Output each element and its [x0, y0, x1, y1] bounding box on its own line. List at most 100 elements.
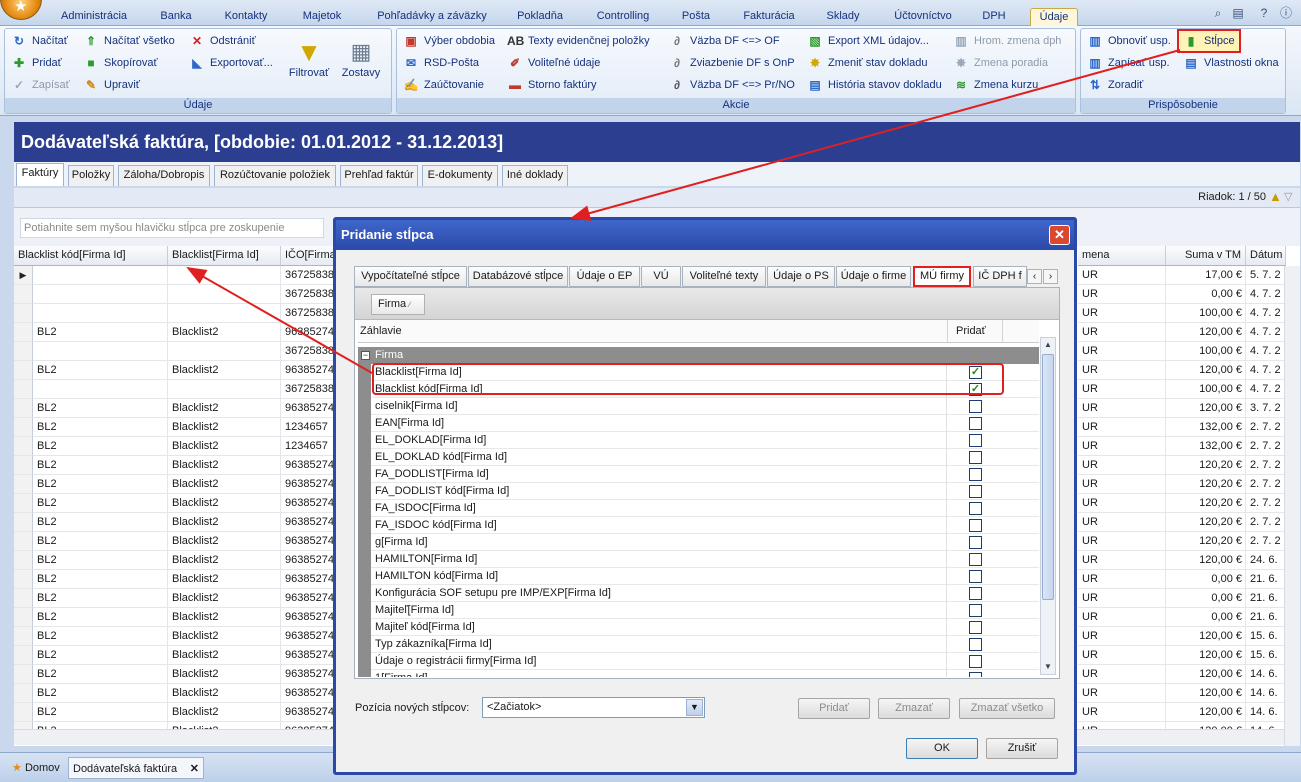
- row-selector[interactable]: [14, 532, 33, 551]
- cell-mena[interactable]: UR: [1078, 684, 1166, 703]
- cell-blacklist-kod[interactable]: BL2: [33, 361, 168, 380]
- add-checkbox[interactable]: ✓: [969, 366, 982, 379]
- cell-ico[interactable]: 36725838: [281, 285, 335, 304]
- cell-mena[interactable]: UR: [1078, 285, 1166, 304]
- cell-suma[interactable]: 120,20 €: [1166, 456, 1246, 475]
- row-selector[interactable]: [14, 513, 33, 532]
- cell-mena[interactable]: UR: [1078, 608, 1166, 627]
- cell-mena[interactable]: UR: [1078, 703, 1166, 722]
- cell-ico[interactable]: 96385274: [281, 494, 335, 513]
- cell-datum[interactable]: 21. 6.: [1246, 589, 1286, 608]
- field-item[interactable]: EL_DOKLAD[Firma Id]: [358, 432, 1039, 449]
- cell-blacklist[interactable]: [168, 304, 281, 323]
- cell-suma[interactable]: 0,00 €: [1166, 570, 1246, 589]
- cell-suma[interactable]: 120,20 €: [1166, 494, 1246, 513]
- cell-blacklist[interactable]: Blacklist2: [168, 570, 281, 589]
- menu-tab-controlling[interactable]: Controlling: [590, 8, 656, 26]
- cell-blacklist-kod[interactable]: BL2: [33, 323, 168, 342]
- tab-zaloha[interactable]: Záloha/Dobropis: [118, 165, 210, 186]
- cell-datum[interactable]: 5. 7. 2: [1246, 266, 1286, 285]
- field-item[interactable]: HAMILTON kód[Firma Id]: [358, 568, 1039, 585]
- cell-blacklist-kod[interactable]: BL2: [33, 589, 168, 608]
- cell-datum[interactable]: 2. 7. 2: [1246, 532, 1286, 551]
- menu-tab-kontakty[interactable]: Kontakty: [216, 8, 276, 26]
- cell-suma[interactable]: 120,20 €: [1166, 513, 1246, 532]
- cell-mena[interactable]: UR: [1078, 551, 1166, 570]
- cell-mena[interactable]: UR: [1078, 437, 1166, 456]
- menu-tab-majetok[interactable]: Majetok: [292, 8, 352, 26]
- cell-suma[interactable]: 0,00 €: [1166, 589, 1246, 608]
- cell-mena[interactable]: UR: [1078, 399, 1166, 418]
- column-header-datum[interactable]: Dátum: [1246, 246, 1286, 266]
- column-header-mena[interactable]: mena: [1078, 246, 1166, 266]
- cell-blacklist-kod[interactable]: BL2: [33, 437, 168, 456]
- filter-icon[interactable]: ▽: [1284, 190, 1298, 204]
- row-selector[interactable]: [14, 570, 33, 589]
- cell-ico[interactable]: 96385274: [281, 684, 335, 703]
- cell-blacklist[interactable]: Blacklist2: [168, 399, 281, 418]
- cell-datum[interactable]: 4. 7. 2: [1246, 323, 1286, 342]
- row-selector[interactable]: [14, 684, 33, 703]
- tab-databazove[interactable]: Databázové stĺpce: [468, 266, 568, 287]
- export-xml-button[interactable]: ▧ Export XML údajov...: [807, 31, 929, 51]
- save-button[interactable]: ✓ Zapísať: [11, 75, 70, 95]
- cell-datum[interactable]: 2. 7. 2: [1246, 513, 1286, 532]
- add-checkbox[interactable]: [969, 587, 982, 600]
- tab-polozky[interactable]: Položky: [68, 165, 114, 186]
- row-selector[interactable]: [14, 589, 33, 608]
- tab-vu[interactable]: VÚ: [641, 266, 681, 287]
- cell-ico[interactable]: 96385274: [281, 608, 335, 627]
- delete-field-button[interactable]: Zmazať: [878, 698, 950, 719]
- rsd-post-button[interactable]: ✉ RSD-Pošta: [403, 53, 479, 73]
- cell-datum[interactable]: 24. 6.: [1246, 551, 1286, 570]
- cell-datum[interactable]: 21. 6.: [1246, 608, 1286, 627]
- cell-blacklist-kod[interactable]: [33, 304, 168, 323]
- cell-blacklist-kod[interactable]: BL2: [33, 494, 168, 513]
- cell-blacklist-kod[interactable]: BL2: [33, 665, 168, 684]
- row-selector[interactable]: [14, 380, 33, 399]
- row-selector[interactable]: [14, 551, 33, 570]
- cell-mena[interactable]: UR: [1078, 665, 1166, 684]
- cell-mena[interactable]: UR: [1078, 361, 1166, 380]
- cell-blacklist-kod[interactable]: BL2: [33, 456, 168, 475]
- cell-suma[interactable]: 120,00 €: [1166, 551, 1246, 570]
- menu-tab-pohladavky[interactable]: Pohľadávky a záväzky: [368, 8, 496, 26]
- cell-suma[interactable]: 120,00 €: [1166, 323, 1246, 342]
- row-selector[interactable]: [14, 304, 33, 323]
- cell-ico[interactable]: 96385274: [281, 513, 335, 532]
- cell-blacklist-kod[interactable]: BL2: [33, 475, 168, 494]
- cell-datum[interactable]: 4. 7. 2: [1246, 285, 1286, 304]
- group-chip[interactable]: Firma ∕: [371, 294, 425, 315]
- optional-data-button[interactable]: ✐ Voliteľné údaje: [507, 53, 600, 73]
- tab-rozuctovanie[interactable]: Rozúčtovanie položiek: [214, 165, 336, 186]
- cell-datum[interactable]: 4. 7. 2: [1246, 342, 1286, 361]
- cell-blacklist-kod[interactable]: BL2: [33, 532, 168, 551]
- chevron-right-icon[interactable]: ›: [1043, 269, 1058, 284]
- field-item[interactable]: Údaje o registrácii firmy[Firma Id]: [358, 653, 1039, 670]
- ok-button[interactable]: OK: [906, 738, 978, 759]
- scroll-down-icon[interactable]: ▼: [1042, 661, 1054, 673]
- field-item[interactable]: Majiteľ kód[Firma Id]: [358, 619, 1039, 636]
- row-selector[interactable]: [14, 399, 33, 418]
- cell-blacklist[interactable]: Blacklist2: [168, 608, 281, 627]
- row-selector[interactable]: [14, 494, 33, 513]
- tab-udaje-ep[interactable]: Údaje o EP: [569, 266, 640, 287]
- menu-tab-posta[interactable]: Pošta: [676, 8, 716, 26]
- field-item[interactable]: FA_ISDOC[Firma Id]: [358, 500, 1039, 517]
- cell-blacklist[interactable]: Blacklist2: [168, 684, 281, 703]
- field-item[interactable]: Typ zákazníka[Firma Id]: [358, 636, 1039, 653]
- field-item[interactable]: Blacklist kód[Firma Id] ✓: [358, 381, 1039, 398]
- field-item[interactable]: FA_DODLIST kód[Firma Id]: [358, 483, 1039, 500]
- add-button[interactable]: ✚ Pridať: [11, 53, 62, 73]
- add-checkbox[interactable]: [969, 519, 982, 532]
- tab-volitelne-texty[interactable]: Voliteľné texty: [682, 266, 766, 287]
- tab-udaje-ps[interactable]: Údaje o PS: [767, 266, 835, 287]
- row-selector[interactable]: [14, 361, 33, 380]
- cell-blacklist[interactable]: [168, 342, 281, 361]
- cell-ico[interactable]: 96385274: [281, 532, 335, 551]
- cell-mena[interactable]: UR: [1078, 323, 1166, 342]
- cell-blacklist-kod[interactable]: BL2: [33, 418, 168, 437]
- row-selector[interactable]: [14, 323, 33, 342]
- cell-mena[interactable]: UR: [1078, 456, 1166, 475]
- delete-button[interactable]: ✕ Odstrániť: [189, 31, 256, 51]
